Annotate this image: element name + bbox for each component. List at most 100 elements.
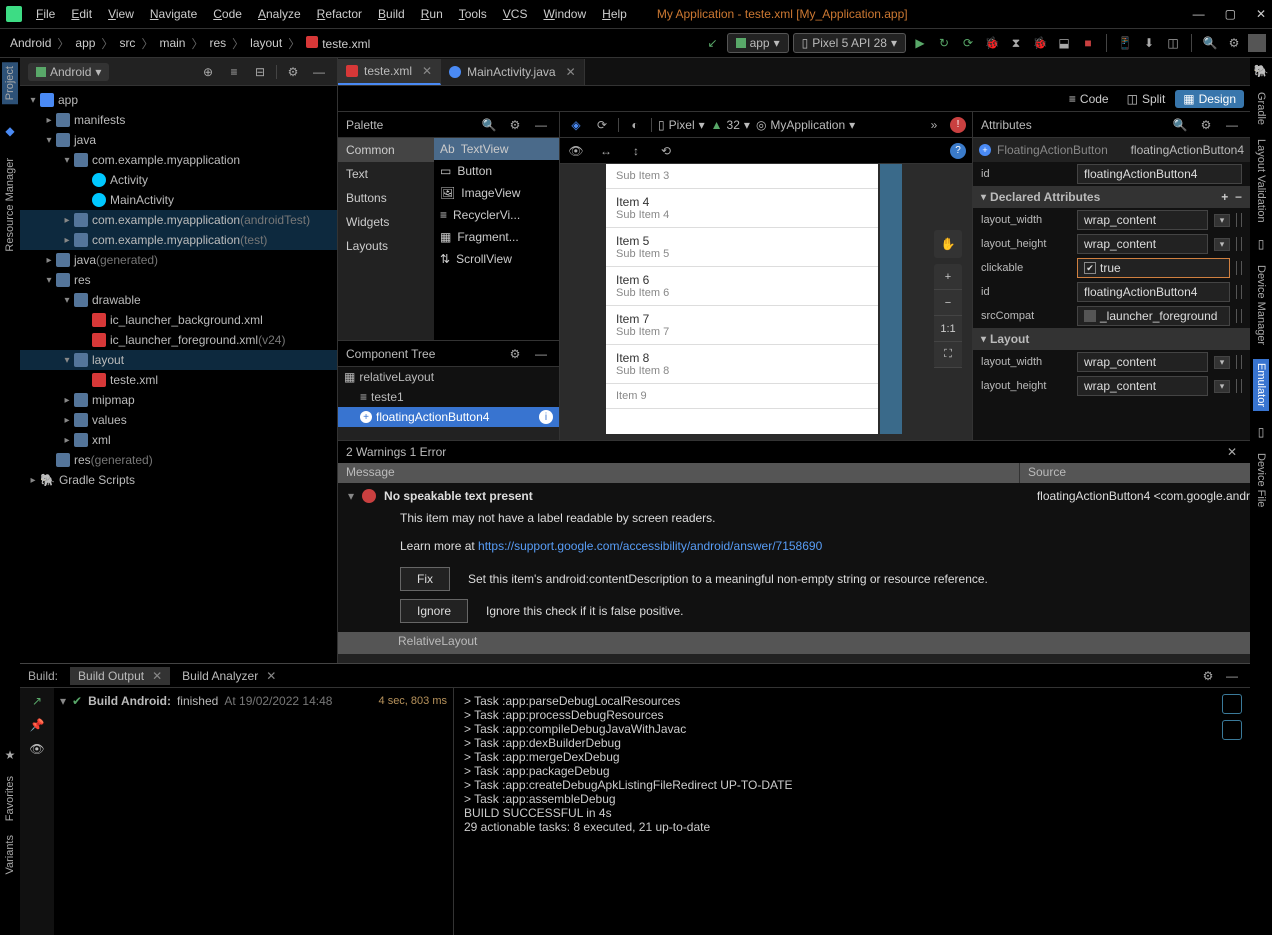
flag-icon[interactable] — [1236, 237, 1242, 251]
tree-node[interactable]: res (generated) — [20, 450, 337, 470]
build-log[interactable]: > Task :app:parseDebugLocalResources> Ta… — [454, 688, 1250, 935]
dropdown-icon[interactable]: ▾ — [1214, 380, 1230, 393]
run-config-selector[interactable]: app ▾ — [727, 33, 789, 53]
breadcrumb-item[interactable]: app — [71, 34, 99, 52]
dropdown-icon[interactable]: ▾ — [1214, 238, 1230, 251]
project-view-selector[interactable]: Android ▾ — [28, 63, 109, 81]
flag-icon[interactable] — [1236, 379, 1242, 393]
autoconnect-icon[interactable]: ⟲ — [656, 141, 676, 161]
sdk-icon[interactable]: ⬇ — [1139, 33, 1159, 53]
close-icon[interactable]: ✕ — [1256, 7, 1266, 21]
build-output-tab[interactable]: Build Output✕ — [70, 667, 170, 685]
tree-node[interactable]: ic_launcher_foreground.xml (v24) — [20, 330, 337, 350]
attach-icon[interactable]: 🐞 — [1030, 33, 1050, 53]
eye-icon[interactable]: 👁 — [566, 141, 586, 161]
apply-code-icon[interactable]: ⟳ — [958, 33, 978, 53]
layout-inspector-icon[interactable]: ◫ — [1163, 33, 1183, 53]
tree-node[interactable]: ▾drawable — [20, 290, 337, 310]
search-icon[interactable]: 🔍 — [479, 115, 499, 135]
attr-value-input[interactable]: floatingActionButton4 — [1077, 282, 1230, 302]
error-row[interactable]: ▾ No speakable text present floatingActi… — [348, 489, 1240, 503]
device-icon[interactable]: ▯ — [1258, 237, 1265, 251]
palette-item[interactable]: ⇅ScrollView — [434, 248, 559, 270]
menu-view[interactable]: View — [100, 5, 142, 23]
resource-manager-tool-button[interactable]: Resource Manager — [4, 158, 16, 252]
id-input[interactable]: floatingActionButton4 — [1077, 164, 1242, 184]
magnet-icon[interactable]: ↕ — [626, 141, 646, 161]
palette-item[interactable]: ≡RecyclerVi... — [434, 204, 559, 226]
palette-item[interactable]: ▦Fragment... — [434, 226, 559, 248]
palette-item[interactable]: AbTextView — [434, 138, 559, 160]
menu-code[interactable]: Code — [205, 5, 250, 23]
palette-item[interactable]: ▭Button — [434, 160, 559, 182]
dropdown-icon[interactable]: ▾ — [1214, 214, 1230, 227]
tree-node[interactable]: ▸manifests — [20, 110, 337, 130]
tree-node[interactable]: Activity — [20, 170, 337, 190]
breadcrumb-item[interactable]: main — [155, 34, 189, 52]
zoom-reset-button[interactable]: ⛶ — [934, 342, 962, 368]
ignore-button[interactable]: Ignore — [400, 599, 468, 623]
orientation-icon[interactable]: ⟳ — [592, 115, 612, 135]
commit-icon[interactable]: ◆ — [5, 124, 14, 138]
night-mode-icon[interactable]: ◐ — [625, 115, 645, 135]
tree-node-fab[interactable]: +floatingActionButton4i — [338, 407, 559, 427]
tree-node-root[interactable]: ▦relativeLayout — [338, 367, 559, 387]
fix-button[interactable]: Fix — [400, 567, 450, 591]
gear-icon[interactable]: ⚙ — [283, 62, 303, 82]
device-manager-tool-button[interactable]: Device Manager — [1255, 265, 1267, 345]
tree-node[interactable]: ic_launcher_background.xml — [20, 310, 337, 330]
attr-value-input[interactable]: ✔true — [1077, 258, 1230, 278]
pin-icon[interactable]: 📌 — [30, 718, 45, 732]
tree-node[interactable]: ▾java — [20, 130, 337, 150]
tree-node[interactable]: ▸values — [20, 410, 337, 430]
hide-icon[interactable]: — — [531, 344, 551, 364]
tree-node[interactable]: ▸mipmap — [20, 390, 337, 410]
menu-window[interactable]: Window — [535, 5, 594, 23]
minimize-icon[interactable]: — — [1193, 7, 1205, 21]
dropdown-icon[interactable]: ▾ — [1214, 356, 1230, 369]
attr-value-input[interactable]: wrap_content — [1077, 376, 1208, 396]
flag-icon[interactable] — [1236, 213, 1242, 227]
menu-navigate[interactable]: Navigate — [142, 5, 205, 23]
tree-node[interactable]: MainActivity — [20, 190, 337, 210]
more-icon[interactable]: » — [924, 115, 944, 135]
search-icon[interactable]: 🔍 — [1170, 115, 1190, 135]
attr-value-input[interactable]: _launcher_foreground — [1077, 306, 1230, 326]
tree-node[interactable]: ▸com.example.myapplication (androidTest) — [20, 210, 337, 230]
zoom-out-button[interactable]: − — [934, 290, 962, 316]
rerun-icon[interactable]: ↗ — [32, 694, 42, 708]
avd-icon[interactable]: 📱 — [1115, 33, 1135, 53]
flag-icon[interactable] — [1236, 285, 1242, 299]
api-dropdown[interactable]: ▲32▾ — [711, 118, 750, 132]
scroll-end-icon[interactable] — [1222, 720, 1242, 740]
search-icon[interactable]: 🔍 — [1200, 33, 1220, 53]
run-icon[interactable]: ▶ — [910, 33, 930, 53]
design-mode-button[interactable]: ▦Design — [1175, 90, 1244, 108]
tree-node[interactable]: ▾res — [20, 270, 337, 290]
debug-icon[interactable]: 🐞 — [982, 33, 1002, 53]
code-mode-button[interactable]: ≡Code — [1061, 90, 1117, 108]
declared-attrs-header[interactable]: ▾Declared Attributes+ − — [973, 186, 1250, 208]
component-tree[interactable]: ▦relativeLayout ≡teste1 +floatingActionB… — [338, 367, 559, 427]
theme-dropdown[interactable]: ◎MyApplication▾ — [756, 118, 855, 132]
device-selector[interactable]: ▯ Pixel 5 API 28 ▾ — [793, 33, 906, 53]
menu-file[interactable]: File — [28, 5, 63, 23]
tree-node[interactable]: ▸🐘Gradle Scripts — [20, 470, 337, 490]
close-icon[interactable]: ✕ — [1222, 442, 1242, 462]
coverage-icon[interactable]: ⬓ — [1054, 33, 1074, 53]
build-tree[interactable]: ▾ ✔ Build Android: finished At 19/02/202… — [54, 688, 454, 935]
editor-tab[interactable]: teste.xml✕ — [338, 59, 441, 85]
palette-item[interactable]: 🖼ImageView — [434, 182, 559, 204]
favorites-tool-button[interactable]: Favorites — [4, 776, 16, 821]
select-opened-icon[interactable]: ⊕ — [198, 62, 218, 82]
zoom-fit-button[interactable]: 1:1 — [934, 316, 962, 342]
error-badge-icon[interactable]: ! — [950, 117, 966, 133]
zoom-in-button[interactable]: + — [934, 264, 962, 290]
gear-icon[interactable]: ⚙ — [1198, 666, 1218, 686]
palette-category[interactable]: Text — [338, 162, 434, 186]
collapse-all-icon[interactable]: ⊟ — [250, 62, 270, 82]
expand-all-icon[interactable]: ≡ — [224, 62, 244, 82]
editor-tab[interactable]: MainActivity.java✕ — [441, 59, 585, 85]
close-icon[interactable]: ✕ — [266, 669, 276, 683]
menu-refactor[interactable]: Refactor — [309, 5, 370, 23]
